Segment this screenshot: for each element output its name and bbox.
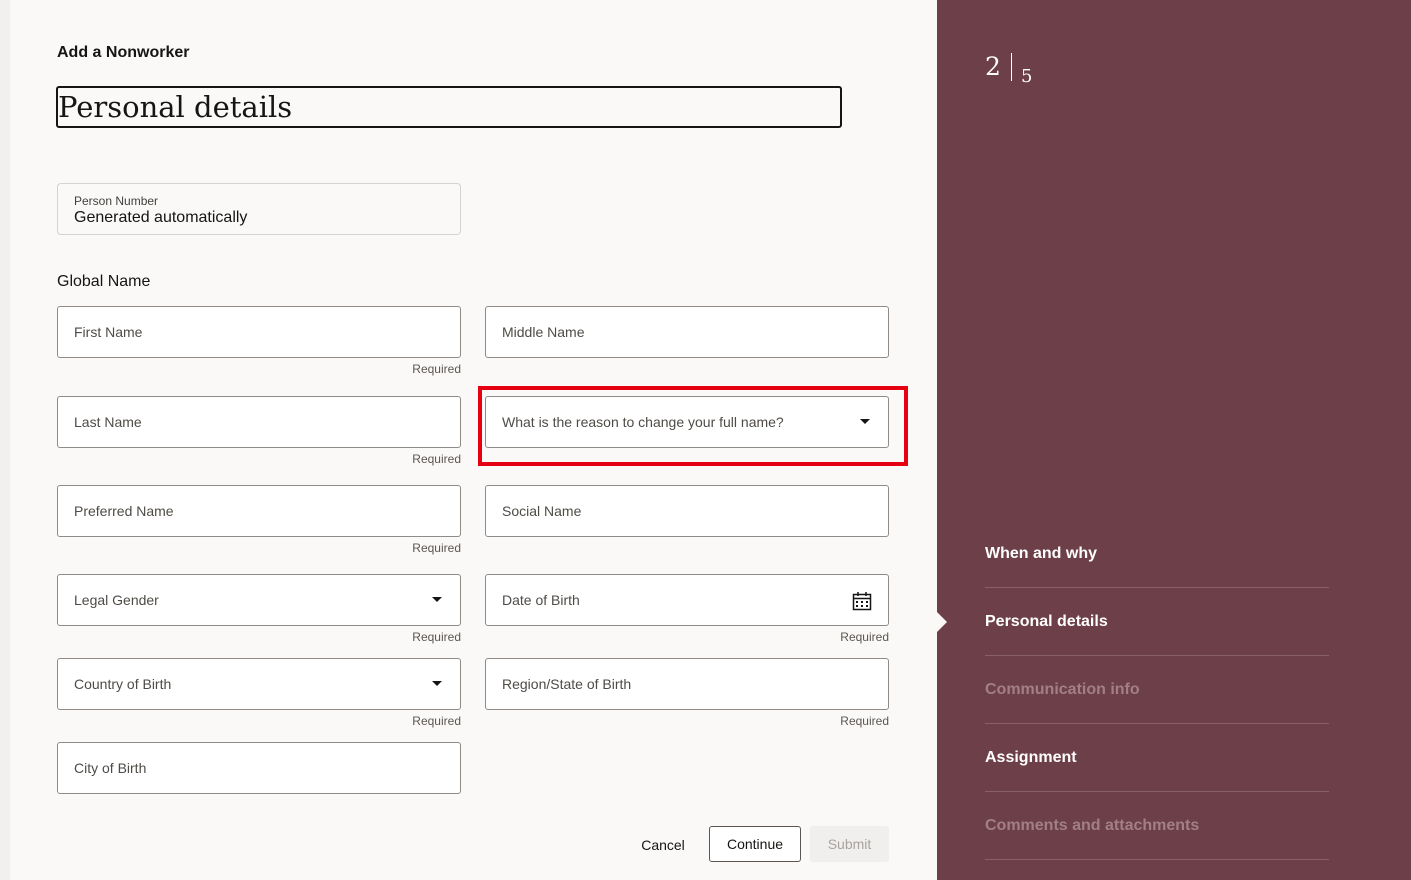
country-of-birth-placeholder: Country of Birth — [74, 676, 172, 692]
current-step-number: 2 — [985, 52, 1001, 81]
total-steps-number: 5 — [1021, 66, 1033, 87]
legal-gender-placeholder: Legal Gender — [74, 592, 159, 608]
submit-button[interactable]: Submit — [810, 826, 889, 862]
progress-sidebar: 2 5 When and why Personal details Commun… — [937, 0, 1411, 880]
last-name-placeholder: Last Name — [74, 414, 142, 430]
city-of-birth-input[interactable]: City of Birth — [57, 742, 461, 794]
social-name-placeholder: Social Name — [502, 503, 582, 519]
middle-name-input[interactable]: Middle Name — [485, 306, 889, 358]
region-of-birth-placeholder: Region/State of Birth — [502, 676, 632, 692]
step-assignment[interactable]: Assignment — [985, 724, 1329, 792]
global-name-heading: Global Name — [57, 273, 151, 290]
current-step-pointer — [937, 612, 947, 632]
social-name-input[interactable]: Social Name — [485, 485, 889, 537]
step-label: Comments and attachments — [985, 817, 1200, 834]
region-of-birth-required: Required — [840, 714, 889, 728]
step-personal-details[interactable]: Personal details — [985, 588, 1329, 656]
step-divider — [1011, 53, 1012, 81]
continue-button[interactable]: Continue — [709, 826, 801, 862]
step-when-and-why[interactable]: When and why — [985, 520, 1329, 588]
page-title: Personal details — [58, 90, 293, 124]
chevron-down-icon — [432, 681, 442, 686]
last-name-input[interactable]: Last Name — [57, 396, 461, 448]
legal-gender-required: Required — [412, 630, 461, 644]
step-label: Personal details — [985, 613, 1108, 630]
step-label: Assignment — [985, 749, 1077, 766]
person-number-value: Generated automatically — [74, 209, 248, 226]
last-name-required: Required — [412, 452, 461, 466]
preferred-name-placeholder: Preferred Name — [74, 503, 174, 519]
country-of-birth-required: Required — [412, 714, 461, 728]
scrollbar[interactable] — [0, 0, 10, 880]
first-name-placeholder: First Name — [74, 324, 143, 340]
preferred-name-required: Required — [412, 541, 461, 555]
person-number-field: Person Number Generated automatically — [57, 183, 461, 235]
highlight-box — [478, 386, 908, 466]
date-of-birth-required: Required — [840, 630, 889, 644]
page-title-container: Personal details — [56, 86, 842, 128]
first-name-required: Required — [412, 362, 461, 376]
person-number-label: Person Number — [74, 194, 159, 208]
main-panel: Add a Nonworker Personal details Person … — [10, 0, 937, 880]
legal-gender-select[interactable]: Legal Gender — [57, 574, 461, 626]
chevron-down-icon — [432, 597, 442, 602]
cancel-button[interactable]: Cancel — [630, 827, 696, 863]
step-communication-info: Communication info — [985, 656, 1329, 724]
step-label: When and why — [985, 545, 1097, 562]
step-label: Communication info — [985, 681, 1140, 698]
region-of-birth-input[interactable]: Region/State of Birth — [485, 658, 889, 710]
date-of-birth-input[interactable]: Date of Birth — [485, 574, 889, 626]
middle-name-placeholder: Middle Name — [502, 324, 585, 340]
page-subtitle: Add a Nonworker — [57, 44, 190, 61]
calendar-icon[interactable] — [852, 591, 872, 611]
country-of-birth-select[interactable]: Country of Birth — [57, 658, 461, 710]
first-name-input[interactable]: First Name — [57, 306, 461, 358]
preferred-name-input[interactable]: Preferred Name — [57, 485, 461, 537]
city-of-birth-placeholder: City of Birth — [74, 760, 147, 776]
step-separator — [985, 859, 1329, 860]
step-comments-and-attachments: Comments and attachments — [985, 792, 1329, 860]
date-of-birth-placeholder: Date of Birth — [502, 592, 580, 608]
